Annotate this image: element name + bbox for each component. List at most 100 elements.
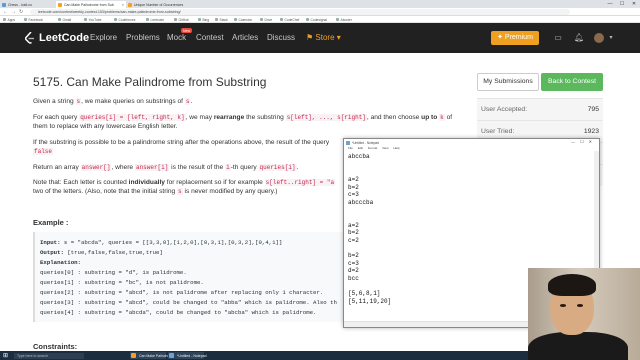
example-line: queries[4] : substring = "abcda", could …	[40, 309, 317, 316]
notepad-line: a=2	[348, 175, 359, 183]
menu-help[interactable]: Help	[393, 146, 399, 150]
webcam-overlay	[528, 268, 640, 360]
taskbar-search-input[interactable]: Type here to search	[14, 352, 84, 359]
example-code-block: Input: s = "abcda", queries = [[3,3,0],[…	[33, 232, 351, 322]
tab-label: Can Make Palindrome from Sub	[64, 2, 114, 7]
notepad-menubar: File Edit Format View Help	[344, 146, 599, 151]
webcam-person-body	[528, 332, 628, 360]
problem-paragraph: false	[33, 148, 54, 155]
nav-mock[interactable]: Mock	[167, 33, 186, 42]
stat-row: User Accepted: 795	[477, 98, 603, 120]
notifications-bell-icon[interactable]: 🔔︎	[574, 33, 584, 43]
bookmark-item[interactable]: Stack	[215, 18, 228, 22]
back-arrow-icon[interactable]: ←	[3, 9, 8, 15]
nav-store[interactable]: ⚑ Store ▾	[306, 33, 341, 42]
premium-icon: ✦	[497, 34, 503, 41]
example-line: queries[0] : substring = "d", is palidro…	[40, 269, 187, 276]
menu-file[interactable]: File	[348, 146, 353, 150]
bookmark-item[interactable]: Apps	[3, 18, 16, 22]
url-input[interactable]: leetcode.com/contest/weekly-contest-153/…	[30, 9, 570, 15]
maximize-button[interactable]: ☐	[616, 0, 628, 8]
stat-label: User Tried:	[481, 128, 515, 135]
notepad-line: c=3	[348, 191, 359, 199]
notepad-line: c=3	[348, 259, 359, 267]
problem-paragraph: Given a string s, we make queries on sub…	[33, 98, 193, 105]
example-line: Explanation:	[40, 259, 81, 266]
browser-tab[interactable]: Chess - lostl.co	[0, 1, 56, 8]
nav-articles[interactable]: Articles	[232, 33, 258, 42]
problem-paragraph: them to replace with any lowercase Engli…	[33, 123, 178, 130]
example-heading: Example :	[33, 218, 69, 227]
notepad-window-controls[interactable]: —☐✕	[571, 139, 597, 144]
premium-button[interactable]: ✦ Premium	[491, 31, 539, 45]
constraints-heading: Constraints:	[33, 342, 78, 351]
notepad-line: b=2	[348, 183, 359, 191]
menu-format[interactable]: Format	[368, 146, 378, 150]
window-controls: — ☐ ✕	[604, 0, 640, 8]
tab-favicon-icon	[128, 3, 132, 7]
terminal-icon[interactable]: ▭	[553, 33, 563, 43]
notepad-title: *Untitled - Notepad	[352, 140, 379, 145]
forward-arrow-icon[interactable]: →	[11, 9, 16, 15]
close-window-button[interactable]: ✕	[628, 0, 640, 8]
bookmark-item[interactable]: YouTube	[84, 18, 102, 22]
nav-discuss[interactable]: Discuss	[267, 33, 295, 42]
user-avatar[interactable]	[594, 33, 604, 43]
problem-paragraph: two of the letters. (Also, note that the…	[33, 188, 278, 195]
back-to-contest-button[interactable]: Back to Contest	[541, 73, 603, 91]
new-badge: New	[181, 28, 193, 33]
bookmark-item[interactable]: Drive	[260, 18, 273, 22]
my-submissions-button[interactable]: My Submissions	[477, 73, 539, 91]
example-line: queries[2] : substring = "abcd", is not …	[40, 289, 324, 296]
windows-start-icon[interactable]: ⊞	[3, 353, 8, 359]
leetcode-logo-icon	[25, 32, 34, 44]
site-navbar: LeetCode Explore Problems Mock New Conte…	[0, 23, 640, 53]
taskbar-item-chrome[interactable]: Can Make Palindro...	[130, 352, 172, 359]
notepad-line	[348, 206, 588, 214]
bookmark-item[interactable]: Leetcode	[146, 18, 165, 22]
nav-problems[interactable]: Problems	[126, 33, 160, 42]
notepad-line: c=2	[348, 236, 359, 244]
example-line: queries[3] : substring = "abcd", could b…	[40, 299, 337, 306]
bookmark-item[interactable]: GitHub	[174, 18, 189, 22]
browser-tab-strip: Chess - lostl.co Can Make Palindrome fro…	[0, 0, 640, 8]
notepad-line: abccba	[348, 153, 370, 160]
leetcode-logo[interactable]: LeetCode	[25, 31, 89, 45]
notepad-titlebar[interactable]: *Untitled - Notepad —☐✕	[344, 139, 599, 146]
bookmark-item[interactable]: Atcoder	[336, 18, 352, 22]
tab-label: Chess - lostl.co	[8, 2, 32, 7]
browser-tab[interactable]: Unique Number of Occurrences	[126, 1, 196, 8]
bookmark-item[interactable]: Calendar	[234, 18, 252, 22]
store-label: Store	[315, 33, 335, 42]
taskbar-item-notepad[interactable]: *Untitled - Notepad	[168, 352, 207, 359]
tab-label: Unique Number of Occurrences	[134, 2, 184, 7]
address-bar-row: ← → ↻ leetcode.com/contest/weekly-contes…	[0, 8, 640, 16]
logo-text: LeetCode	[39, 32, 90, 44]
minimize-button[interactable]: —	[604, 0, 616, 8]
notepad-line: b=2	[348, 252, 359, 260]
notepad-line	[348, 214, 588, 222]
bookmark-item[interactable]: Bing	[198, 18, 210, 22]
example-line: Output: [true,false,false,true,true]	[40, 249, 163, 256]
nav-explore[interactable]: Explore	[90, 33, 117, 42]
example-line: queries[1] : substring = "bc", is not pa…	[40, 279, 204, 286]
bookmark-item[interactable]: Facebook	[24, 18, 43, 22]
stat-value: 795	[587, 106, 599, 113]
premium-label: Premium	[504, 34, 533, 41]
tab-favicon-icon	[58, 3, 62, 7]
bookmark-item[interactable]: Codesignal	[306, 18, 328, 22]
chevron-down-icon[interactable]: ▾	[606, 33, 616, 43]
menu-edit[interactable]: Edit	[358, 146, 363, 150]
bookmark-item[interactable]: CodeChef	[280, 18, 300, 22]
notepad-icon	[346, 140, 350, 145]
example-line: Input: s = "abcda", queries = [[3,3,0],[…	[40, 239, 283, 246]
reload-icon[interactable]: ↻	[19, 9, 23, 15]
menu-view[interactable]: View	[382, 146, 388, 150]
browser-tab-active[interactable]: Can Make Palindrome from Sub ×	[56, 1, 126, 8]
windows-taskbar: ⊞ Type here to search Can Make Palindro.…	[0, 351, 528, 360]
tab-close-icon[interactable]: ×	[122, 2, 124, 7]
bookmark-item[interactable]: Codeforces	[114, 18, 136, 22]
nav-contest[interactable]: Contest	[196, 33, 224, 42]
bookmark-item[interactable]: Gmail	[58, 18, 72, 22]
problem-title: 5175. Can Make Palindrome from Substring	[33, 75, 267, 89]
